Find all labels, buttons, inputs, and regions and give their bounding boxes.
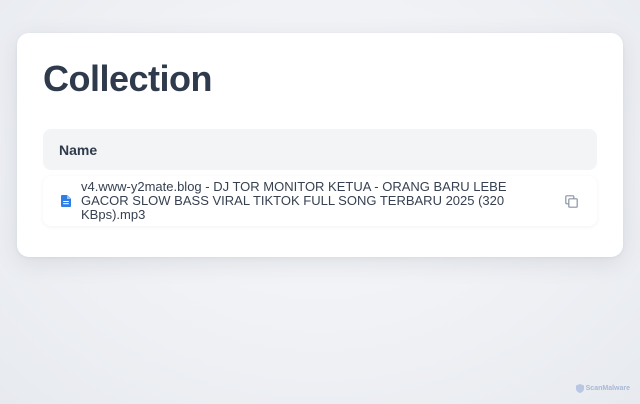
table-header: Name (43, 129, 597, 170)
copy-button[interactable] (561, 191, 581, 211)
table-row[interactable]: v4.www-y2mate.blog - DJ TOR MONITOR KETU… (43, 176, 597, 226)
file-name[interactable]: v4.www-y2mate.blog - DJ TOR MONITOR KETU… (81, 180, 543, 222)
column-header-name: Name (59, 141, 98, 158)
collection-table: Name v4.www-y2mate.blog - DJ TOR MONITOR… (43, 129, 597, 226)
collection-card: Collection Name v4.www-y2mate.blog - DJ … (17, 33, 623, 257)
page-title: Collection (43, 58, 213, 99)
watermark: ScanMalware (575, 384, 630, 393)
shield-icon (575, 384, 584, 393)
file-document-icon (59, 194, 73, 208)
copy-icon (564, 194, 578, 208)
watermark-label: ScanMalware (585, 385, 630, 392)
